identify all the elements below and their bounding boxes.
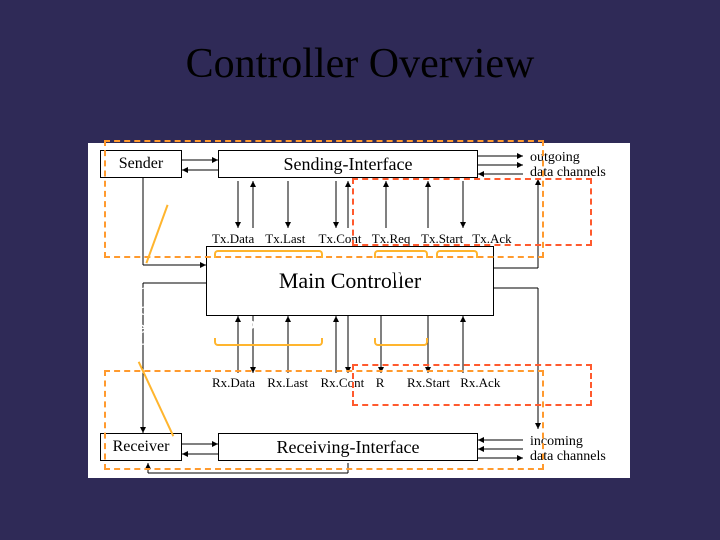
slide-title: Controller Overview [0,40,720,88]
anno-right-high: High [567,265,600,283]
label-push-1: push [243,264,278,282]
anno-right-level: Level [567,293,605,311]
label-push-2: push [394,264,429,282]
label-push-3: push [440,264,475,282]
dashed-inner-top [352,178,592,246]
anno-right-control: control [567,321,615,339]
bracket-push-2 [374,250,428,258]
anno-left: Data path and low level control [105,265,160,357]
bracket-pull-1 [214,338,323,346]
slide: Controller Overview [0,0,720,540]
dashed-inner-bottom [352,364,592,406]
bracket-push-1 [214,250,323,258]
label-pull-1: pull [246,316,271,334]
label-pull-2: pull [395,316,420,334]
bracket-push-3 [436,250,478,258]
bracket-pull-2 [374,338,428,346]
